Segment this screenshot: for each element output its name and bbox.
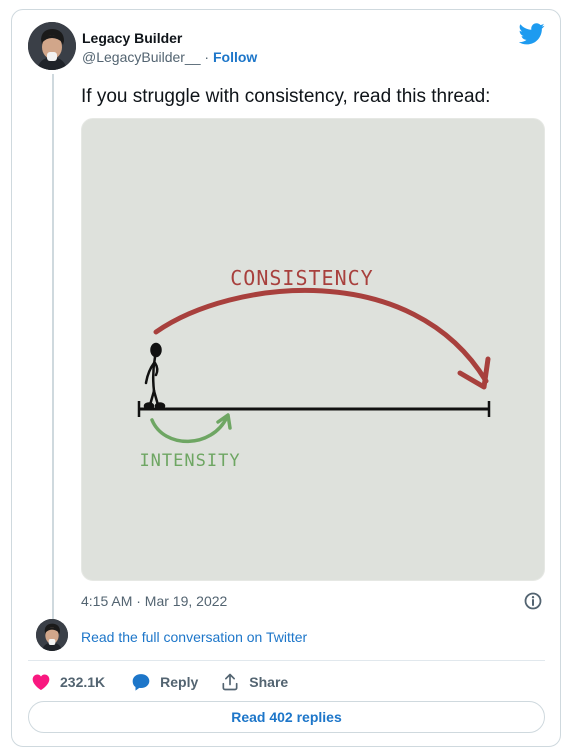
intensity-arc (150, 415, 229, 444)
heart-icon (32, 674, 50, 690)
consistency-arc (153, 288, 489, 384)
share-label: Share (249, 674, 289, 690)
consistency-label: CONSISTENCY (230, 266, 373, 290)
divider (28, 660, 545, 661)
stick-figure (143, 342, 166, 410)
like-button[interactable]: 232.1K (31, 672, 105, 692)
handle-row: @LegacyBuilder__ · Follow (82, 49, 257, 65)
separator-dot: · (204, 49, 210, 65)
read-full-conversation-link[interactable]: Read the full conversation on Twitter (81, 629, 307, 645)
intensity-label: INTENSITY (139, 451, 240, 471)
reply-label: Reply (160, 674, 199, 690)
like-count: 232.1K (60, 674, 106, 690)
share-icon (222, 673, 238, 691)
author-name[interactable]: Legacy Builder (82, 30, 182, 46)
twitter-bird-icon[interactable] (519, 23, 545, 45)
info-icon[interactable] (523, 591, 543, 611)
speech-bubble-icon (132, 674, 150, 691)
action-bar: 232.1K Reply Share (31, 670, 288, 694)
follow-button[interactable]: Follow (213, 49, 257, 65)
reply-button[interactable]: Reply (131, 672, 198, 692)
share-button[interactable]: Share (220, 672, 288, 692)
conversation-avatar[interactable] (36, 619, 68, 651)
author-handle[interactable]: @LegacyBuilder__ (82, 49, 201, 65)
read-replies-button[interactable]: Read 402 replies (28, 701, 545, 733)
tweet-timestamp[interactable]: 4:15 AM · Mar 19, 2022 (81, 593, 227, 609)
author-avatar[interactable] (28, 22, 76, 70)
tweet-media-image[interactable]: CONSISTENCY INTENSITY (81, 118, 545, 581)
thread-line (52, 74, 54, 622)
tweet-text: If you struggle with consistency, read t… (81, 86, 491, 107)
